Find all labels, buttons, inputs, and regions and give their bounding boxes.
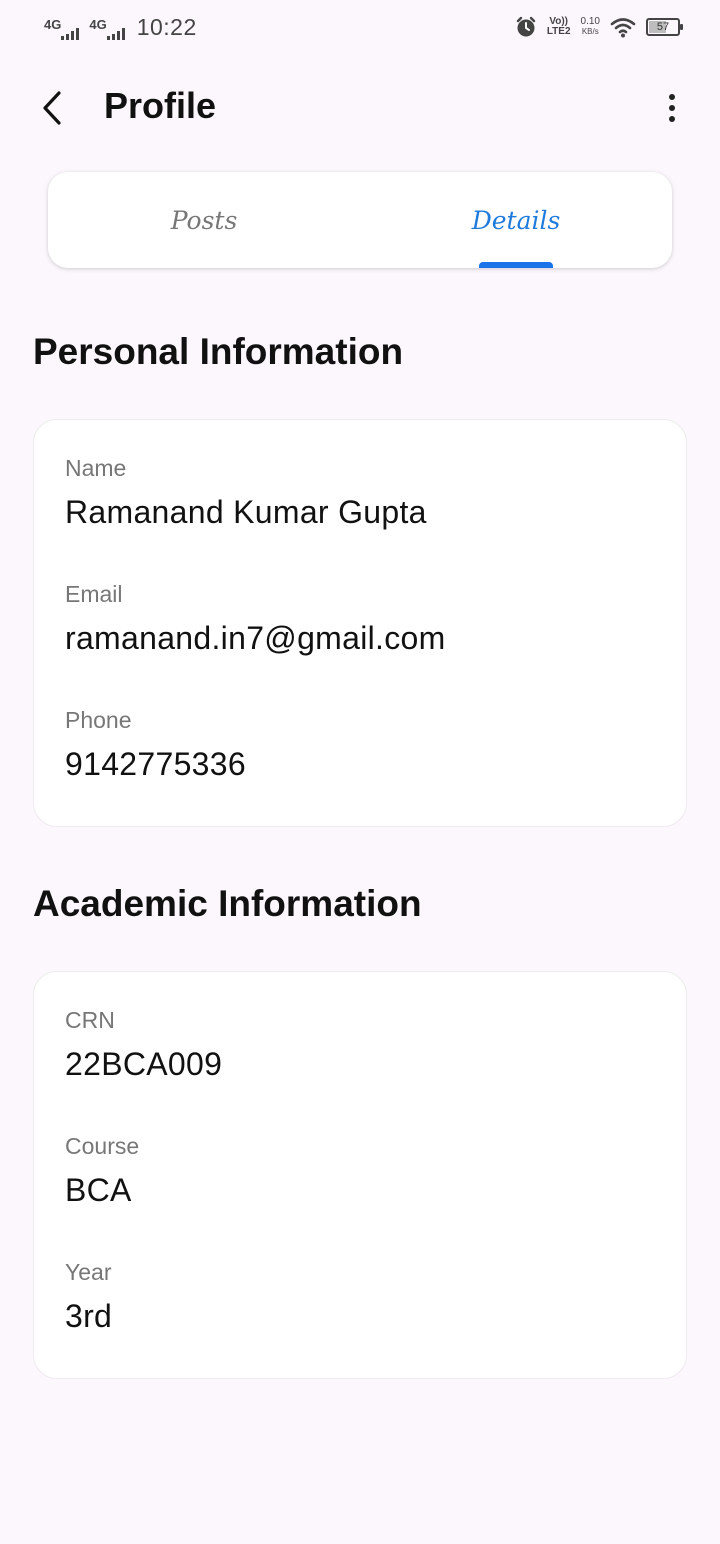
signal-icon: 4G <box>44 17 80 40</box>
battery-icon: 57 <box>646 18 683 36</box>
academic-info-card: CRN 22BCA009 Course BCA Year 3rd <box>33 971 687 1379</box>
tab-selected-indicator <box>479 262 553 268</box>
field-label: Name <box>65 455 127 481</box>
field-label: CRN <box>65 1007 115 1033</box>
chevron-left-icon <box>43 91 61 125</box>
volte-indicator: Vo)) LTE2 <box>547 17 571 37</box>
field-crn: CRN 22BCA009 <box>65 1006 655 1132</box>
field-label: Phone <box>65 707 132 733</box>
field-value: 9142775336 <box>65 746 246 782</box>
page-title: Profile <box>104 85 217 126</box>
battery-level: 57 <box>656 21 670 33</box>
back-button[interactable] <box>32 86 72 130</box>
personal-section-title: Personal Information <box>33 331 404 372</box>
volte-bottom: LTE2 <box>546 26 571 37</box>
field-value: Ramanand Kumar Gupta <box>65 494 427 530</box>
app-bar: Profile <box>0 64 720 148</box>
field-value: ramanand.in7@gmail.com <box>65 620 446 656</box>
network-speed: 0.10 KB/s <box>581 17 600 37</box>
academic-section-title: Academic Information <box>33 883 422 924</box>
status-left: 4G 4G 10:22 <box>44 14 197 40</box>
field-year: Year 3rd <box>65 1258 655 1384</box>
field-phone: Phone 9142775336 <box>65 706 655 832</box>
field-value: 22BCA009 <box>65 1046 223 1082</box>
field-label: Email <box>65 581 123 607</box>
more-vert-icon <box>669 94 675 100</box>
signal-icon-2: 4G <box>89 17 125 40</box>
speed-unit: KB/s <box>581 27 599 36</box>
alarm-icon <box>516 16 536 37</box>
field-value: 3rd <box>65 1298 113 1334</box>
tab-details[interactable]: Details <box>360 172 672 268</box>
tab-posts-label: Posts <box>170 205 238 235</box>
field-email: Email ramanand.in7@gmail.com <box>65 580 655 706</box>
profile-screen: 4G 4G 10:22 Vo)) LTE2 0.10 KB/s 57 Profi… <box>0 0 720 1544</box>
speed-value: 0.10 <box>580 16 600 27</box>
wifi-icon <box>610 18 636 38</box>
tab-posts[interactable]: Posts <box>48 172 360 268</box>
field-value: BCA <box>65 1172 132 1208</box>
tab-bar: Posts Details <box>48 172 672 268</box>
field-name: Name Ramanand Kumar Gupta <box>65 454 655 580</box>
status-bar: 4G 4G 10:22 Vo)) LTE2 0.10 KB/s 57 <box>0 0 720 58</box>
network-type-1: 4G <box>44 17 62 32</box>
network-type-2: 4G <box>89 17 107 32</box>
field-label: Year <box>65 1259 112 1285</box>
more-options-button[interactable] <box>660 88 684 128</box>
status-right: Vo)) LTE2 0.10 KB/s 57 <box>515 16 683 38</box>
field-label: Course <box>65 1133 140 1159</box>
field-course: Course BCA <box>65 1132 655 1258</box>
personal-info-card: Name Ramanand Kumar Gupta Email ramanand… <box>33 419 687 827</box>
clock: 10:22 <box>136 14 197 40</box>
tab-details-label: Details <box>471 205 561 235</box>
